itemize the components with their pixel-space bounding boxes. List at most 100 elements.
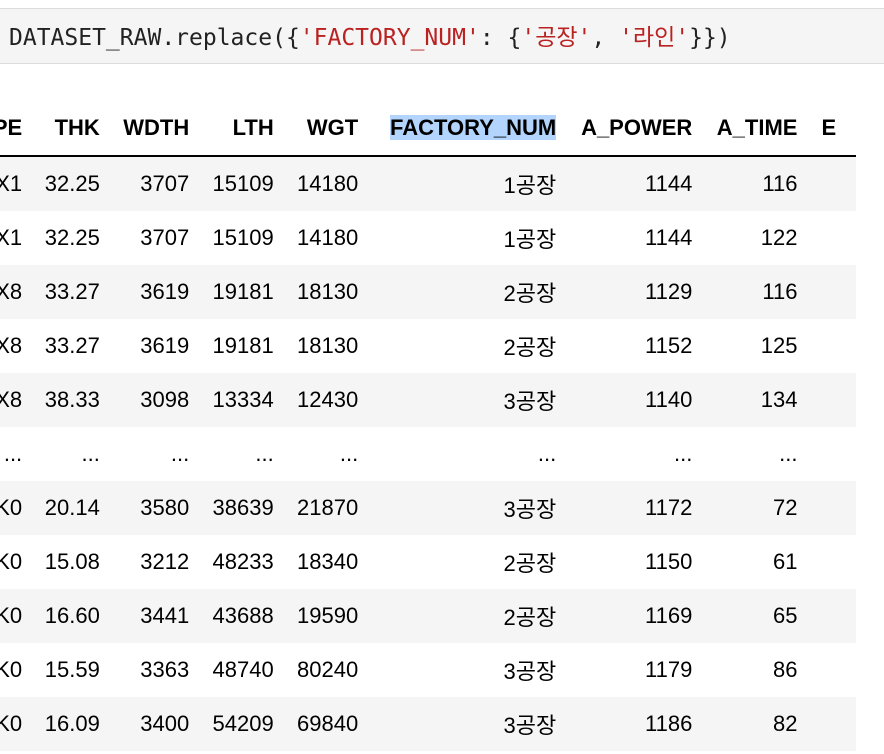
cell-thk: 15.59 xyxy=(22,643,100,697)
code-prefix: DATASET_RAW.replace({ xyxy=(9,25,300,51)
cell-a-time: 116 xyxy=(692,265,798,319)
cell-factory-num: ... xyxy=(358,427,557,481)
cell-next xyxy=(797,589,856,643)
cell-lth: 15109 xyxy=(189,211,274,265)
table-body: X1 32.25 3707 15109 14180 1공장 1144 116 X1 32.25 37… xyxy=(0,156,856,751)
table-row: ........................ xyxy=(0,427,856,481)
col-header-wgt: WGT xyxy=(273,101,359,157)
cell-wgt: 21870 xyxy=(273,481,359,535)
cell-a-time: 61 xyxy=(692,535,798,589)
cell-wdth: 3580 xyxy=(99,481,190,535)
code-suffix: }}) xyxy=(689,25,731,51)
code-val2-string: '라인' xyxy=(619,25,690,51)
cell-wgt: 80240 xyxy=(273,643,359,697)
cell-thk: 32.25 xyxy=(22,211,100,265)
cell-wgt: 19590 xyxy=(273,589,359,643)
cell-a-power: 1152 xyxy=(556,319,693,373)
cell-lth: 54209 xyxy=(189,697,274,751)
col-header-factory-num[interactable]: FACTORY_NUM xyxy=(358,101,557,157)
cell-next xyxy=(797,373,856,427)
cell-a-power: 1186 xyxy=(556,697,693,751)
cell-factory-num: 3공장 xyxy=(358,697,557,751)
cell-wgt: 12430 xyxy=(273,373,359,427)
cell-next xyxy=(797,211,856,265)
cell-a-power: 1172 xyxy=(556,481,693,535)
cell-a-power: 1129 xyxy=(556,265,693,319)
cell-type: X8 xyxy=(0,373,23,427)
cell-a-time: 65 xyxy=(692,589,798,643)
cell-a-power: 1140 xyxy=(556,373,693,427)
cell-thk: ... xyxy=(22,427,100,481)
code-val1-string: '공장' xyxy=(521,25,592,51)
cell-thk: 32.25 xyxy=(22,156,100,211)
cell-next xyxy=(797,156,856,211)
cell-a-time: 125 xyxy=(692,319,798,373)
cell-lth: ... xyxy=(189,427,274,481)
dataframe-output: PE THK WDTH LTH WGT FACTORY_NUM A_POWER … xyxy=(0,101,856,751)
cell-a-power: 1144 xyxy=(556,156,693,211)
col-header-type: PE xyxy=(0,101,23,157)
cell-type: K0 xyxy=(0,481,23,535)
table-row: K0 16.60 3441 43688 19590 2공장 1169 65 xyxy=(0,589,856,643)
cell-a-time: 122 xyxy=(692,211,798,265)
cell-factory-num: 2공장 xyxy=(358,589,557,643)
cell-next xyxy=(797,481,856,535)
table-row: K0 15.59 3363 48740 80240 3공장 1179 86 xyxy=(0,643,856,697)
cell-type: X8 xyxy=(0,265,23,319)
cell-lth: 19181 xyxy=(189,265,274,319)
cell-wgt: 18130 xyxy=(273,319,359,373)
selected-text-highlight[interactable]: FACTORY_NUM xyxy=(390,115,557,140)
cell-wdth: 3707 xyxy=(99,211,190,265)
cell-wdth: 3363 xyxy=(99,643,190,697)
col-header-a-power: A_POWER xyxy=(556,101,693,157)
cell-a-time: 86 xyxy=(692,643,798,697)
cell-a-power: 1150 xyxy=(556,535,693,589)
table-row: X1 32.25 3707 15109 14180 1공장 1144 122 xyxy=(0,211,856,265)
cell-a-power: 1144 xyxy=(556,211,693,265)
table-row: K0 15.08 3212 48233 18340 2공장 1150 61 xyxy=(0,535,856,589)
cell-factory-num: 3공장 xyxy=(358,373,557,427)
col-header-lth: LTH xyxy=(189,101,274,157)
cell-a-power: 1179 xyxy=(556,643,693,697)
table-row: X8 38.33 3098 13334 12430 3공장 1140 134 xyxy=(0,373,856,427)
cell-factory-num: 1공장 xyxy=(358,156,557,211)
table-row: X1 32.25 3707 15109 14180 1공장 1144 116 xyxy=(0,156,856,211)
cell-type: ... xyxy=(0,427,23,481)
cell-lth: 48233 xyxy=(189,535,274,589)
cell-factory-num: 1공장 xyxy=(358,211,557,265)
cell-a-power: ... xyxy=(556,427,693,481)
code-sep2: , xyxy=(591,25,620,51)
cell-a-time: 134 xyxy=(692,373,798,427)
cell-next xyxy=(797,643,856,697)
col-header-a-time: A_TIME xyxy=(692,101,798,157)
cell-thk: 16.09 xyxy=(22,697,100,751)
cell-lth: 43688 xyxy=(189,589,274,643)
cell-a-time: 82 xyxy=(692,697,798,751)
cell-wdth: 3212 xyxy=(99,535,190,589)
cell-wdth: 3707 xyxy=(99,156,190,211)
cell-next xyxy=(797,427,856,481)
cell-type: X1 xyxy=(0,211,23,265)
cell-thk: 15.08 xyxy=(22,535,100,589)
cell-factory-num: 3공장 xyxy=(358,481,557,535)
cell-next xyxy=(797,697,856,751)
code-cell[interactable]: DATASET_RAW.replace({'FACTORY_NUM': {'공장… xyxy=(0,8,884,64)
cell-wdth: 3400 xyxy=(99,697,190,751)
cell-a-time: ... xyxy=(692,427,798,481)
cell-a-power: 1169 xyxy=(556,589,693,643)
cell-thk: 38.33 xyxy=(22,373,100,427)
cell-wgt: 18130 xyxy=(273,265,359,319)
header-row: PE THK WDTH LTH WGT FACTORY_NUM A_POWER … xyxy=(0,101,856,157)
cell-factory-num: 2공장 xyxy=(358,319,557,373)
code-line[interactable]: DATASET_RAW.replace({'FACTORY_NUM': {'공장… xyxy=(9,24,731,52)
cell-factory-num: 2공장 xyxy=(358,535,557,589)
cell-type: K0 xyxy=(0,589,23,643)
cell-thk: 33.27 xyxy=(22,265,100,319)
table-row: K0 20.14 3580 38639 21870 3공장 1172 72 xyxy=(0,481,856,535)
col-header-thk: THK xyxy=(22,101,100,157)
cell-type: X1 xyxy=(0,156,23,211)
cell-wgt: 14180 xyxy=(273,211,359,265)
cell-lth: 15109 xyxy=(189,156,274,211)
cell-a-time: 116 xyxy=(692,156,798,211)
cell-type: K0 xyxy=(0,535,23,589)
